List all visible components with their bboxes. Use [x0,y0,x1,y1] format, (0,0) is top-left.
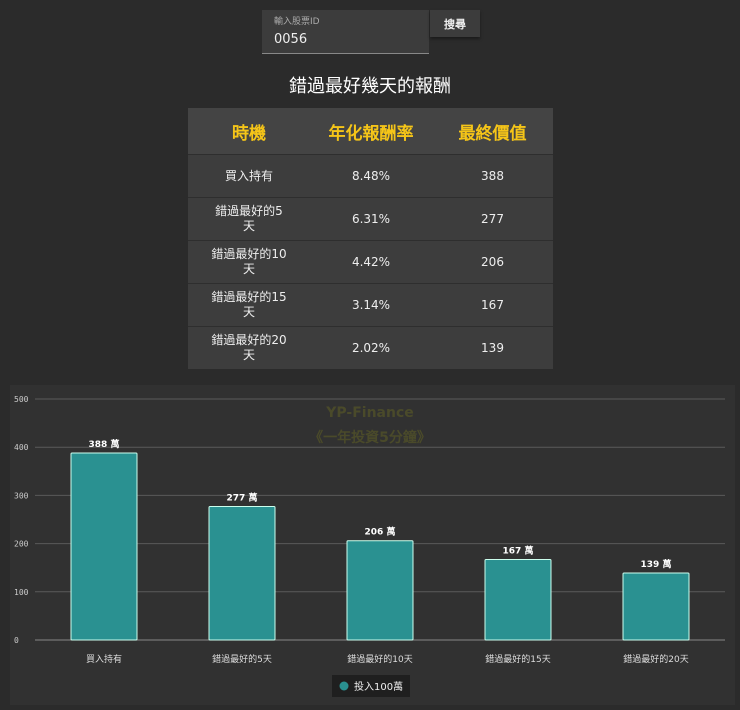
cell-return: 4.42% [310,240,432,284]
x-tick-label: 錯過最好的5天 [212,653,272,665]
cell-timing: 錯過最好的15天 [188,283,310,327]
bar-chart: 0 100 200 300 400 500 YP-Finance 《一年投資5分鐘》 388 萬… [10,385,735,705]
bar[interactable] [70,452,138,641]
cell-value: 167 [432,283,553,327]
table-row: 買入持有 8.48% 388 [188,154,553,198]
y-tick-label: 500 [14,395,29,404]
cell-timing: 買入持有 [188,154,310,198]
x-tick-label: 錯過最好的10天 [347,653,412,665]
legend-label: 投入100萬 [354,680,403,693]
table-row: 錯過最好的15天 3.14% 167 [188,283,553,327]
search-button[interactable]: 搜尋 [430,10,480,37]
x-tick-label: 買入持有 [86,653,122,665]
y-tick-label: 300 [14,491,29,500]
bar[interactable] [622,572,690,641]
cell-value: 388 [432,154,553,198]
table-row: 錯過最好的5天 6.31% 277 [188,197,553,241]
cell-return: 6.31% [310,197,432,241]
watermark: 《一年投資5分鐘》 [309,429,431,446]
returns-table: 時機 年化報酬率 最終價值 買入持有 8.48% 388 錯過最好的5天 6.31% 27… [188,108,553,369]
stock-id-field[interactable]: 輸入股票ID [262,10,429,54]
cell-return: 8.48% [310,154,432,198]
bar[interactable] [346,540,414,641]
x-tick-label: 錯過最好的15天 [485,653,550,665]
cell-return: 2.02% [310,326,432,369]
table-row: 錯過最好的20天 2.02% 139 [188,326,553,369]
cell-return: 3.14% [310,283,432,327]
cell-timing: 錯過最好的20天 [188,326,310,369]
bar[interactable] [208,505,276,641]
stock-id-input[interactable] [274,32,414,47]
header-annual-return: 年化報酬率 [310,108,432,155]
y-tick-label: 0 [14,636,19,645]
table-row: 錯過最好的10天 4.42% 206 [188,240,553,284]
header-timing: 時機 [188,108,310,155]
header-final-value: 最終價值 [432,108,553,155]
y-tick-label: 400 [14,443,29,452]
chart-svg: 0 100 200 300 400 500 YP-Finance 《一年投資5分鐘》 388 萬… [14,395,725,697]
y-tick-label: 200 [14,540,29,549]
data-label: 206 萬 [365,526,396,538]
data-label: 388 萬 [89,438,120,450]
x-tick-label: 錯過最好的20天 [623,653,688,665]
data-label: 277 萬 [227,491,258,503]
stock-id-label: 輸入股票ID [274,17,320,27]
data-label: 139 萬 [641,558,672,570]
page-title: 錯過最好幾天的報酬 [289,76,451,97]
cell-value: 277 [432,197,553,241]
bar[interactable] [484,559,552,641]
data-label: 167 萬 [503,545,534,557]
watermark: YP-Finance [325,405,414,421]
cell-timing: 錯過最好的10天 [188,240,310,284]
cell-value: 206 [432,240,553,284]
cell-timing: 錯過最好的5天 [188,197,310,241]
legend-marker-icon [339,681,349,691]
y-tick-label: 100 [14,588,29,597]
cell-value: 139 [432,326,553,369]
